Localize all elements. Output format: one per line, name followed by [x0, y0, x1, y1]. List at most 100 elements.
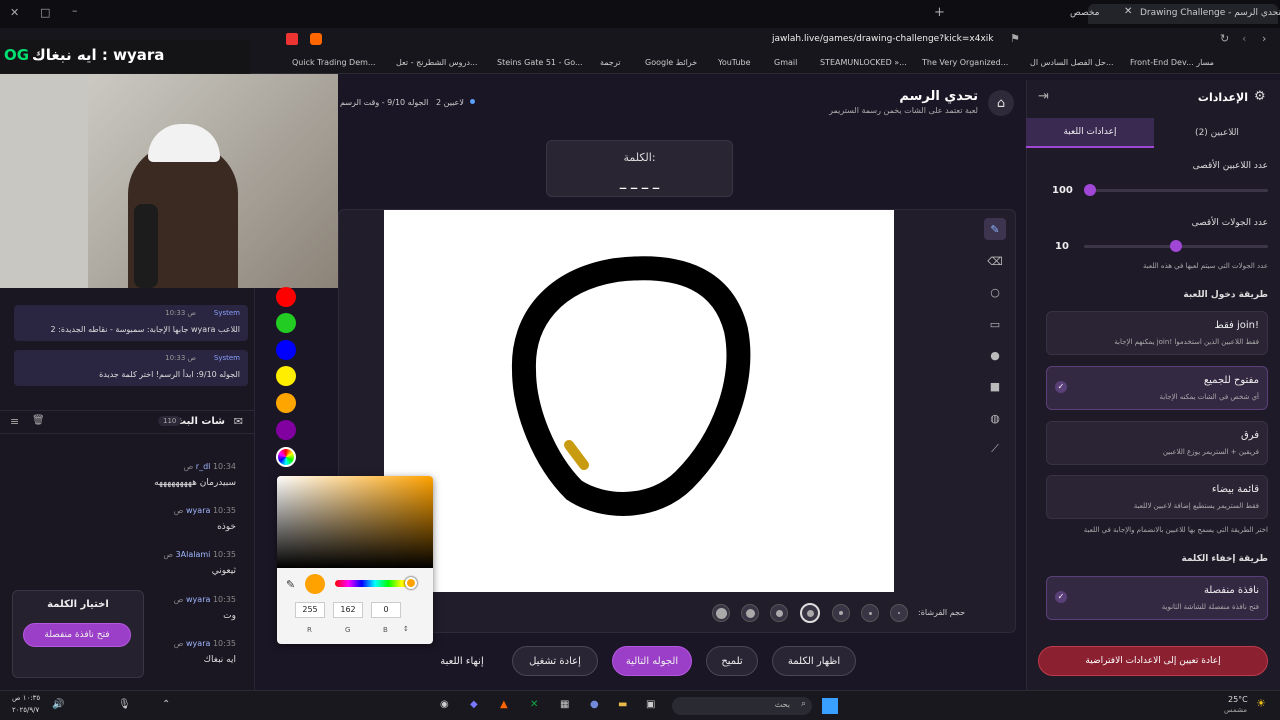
- green-input[interactable]: 162: [333, 602, 363, 618]
- line-icon[interactable]: ⟋: [984, 438, 1006, 460]
- bookmark-item[interactable]: YouTube: [718, 58, 751, 67]
- bookmark-item[interactable]: STEAMUNLOCKED »...: [820, 58, 907, 67]
- mic-icon[interactable]: 🎙: [118, 699, 131, 710]
- taskbar-folder-icon[interactable]: ▬: [618, 699, 627, 710]
- players-count: 2 لاعبين: [436, 98, 464, 107]
- max-rounds-slider-handle[interactable]: [1170, 240, 1182, 252]
- brush-size-option-selected[interactable]: [800, 603, 820, 623]
- circle-fill-icon[interactable]: ●: [984, 344, 1006, 366]
- eyedropper-icon[interactable]: ✎: [286, 578, 295, 591]
- swatch-blue[interactable]: [276, 340, 296, 360]
- rectangle-outline-icon[interactable]: ▭: [984, 313, 1006, 335]
- option-separate-window[interactable]: نافذة منفصلة فتح نافذة منفصلة للشاشة الث…: [1046, 576, 1268, 620]
- hue-slider[interactable]: [335, 580, 415, 587]
- reset-defaults-button[interactable]: إعادة تعيين إلى الاعدادات الافتراضية: [1038, 646, 1268, 676]
- taskbar-app-icon[interactable]: ▣: [646, 699, 655, 710]
- option-desc: فقط اللاعبين الذين استخدموا !join يمكنهم…: [1114, 338, 1259, 346]
- swatch-green[interactable]: [276, 313, 296, 333]
- bookmark-icon[interactable]: ⚑: [1010, 32, 1020, 45]
- custom-color-swatch[interactable]: [276, 447, 296, 467]
- taskbar-brave-icon[interactable]: ▲: [500, 699, 508, 710]
- extension-icon[interactable]: [286, 33, 298, 45]
- minimize-icon[interactable]: –: [72, 4, 78, 17]
- saturation-area[interactable]: [277, 476, 433, 568]
- rectangle-fill-icon[interactable]: ■: [984, 375, 1006, 397]
- forward-icon[interactable]: ‹: [1242, 32, 1246, 45]
- taskbar-search[interactable]: بحث ⌕: [672, 697, 812, 715]
- volume-icon[interactable]: 🔊: [52, 699, 64, 710]
- close-window-icon[interactable]: ✕: [10, 6, 19, 19]
- taskbar-xbox-icon[interactable]: ✕: [530, 699, 538, 710]
- blue-input[interactable]: 0: [371, 602, 401, 618]
- collapse-panel-icon[interactable]: ⇥: [1038, 89, 1049, 104]
- eraser-icon[interactable]: ⌫: [984, 250, 1006, 272]
- option-join-only[interactable]: !join فقط فقط اللاعبين الذين استخدموا !j…: [1046, 311, 1268, 355]
- bookmark-item[interactable]: Google خرائط: [645, 58, 697, 67]
- close-tab-icon[interactable]: ✕: [1124, 6, 1132, 17]
- back-icon[interactable]: ›: [1262, 32, 1266, 45]
- bookmark-item[interactable]: حل الفصل السادس ال...: [1030, 58, 1114, 67]
- brush-size-option[interactable]: [861, 604, 879, 622]
- option-teams[interactable]: فرق فريقين + الستريمر يوزع اللاعبين: [1046, 421, 1268, 465]
- max-players-slider[interactable]: [1084, 184, 1268, 196]
- bookmark-item[interactable]: Gmail: [774, 58, 797, 67]
- taskbar-discord-icon[interactable]: ●: [590, 699, 599, 710]
- option-whitelist[interactable]: قائمة بيضاء فقط الستريمر يستطيع إضافة لا…: [1046, 475, 1268, 519]
- end-game-button[interactable]: إنهاء اللعبة: [432, 646, 492, 676]
- word-value: _ _ _ _: [619, 175, 660, 190]
- next-round-button[interactable]: الجوله التالية: [612, 646, 692, 676]
- new-tab-icon[interactable]: +: [934, 5, 945, 20]
- brave-shield-icon[interactable]: [310, 33, 322, 45]
- active-tab[interactable]: Drawing Challenge - تحدي الرسم ✕: [1088, 4, 1280, 24]
- hint-button[interactable]: تلميح: [706, 646, 758, 676]
- brush-size-option[interactable]: [832, 604, 850, 622]
- hue-slider-handle[interactable]: [405, 577, 417, 589]
- bookmark-item[interactable]: دروس الشطرنج - تعل...: [396, 58, 478, 67]
- open-separate-window-button[interactable]: فتح نافذة منفصلة: [23, 623, 131, 647]
- swatch-orange[interactable]: [276, 393, 296, 413]
- tab-players[interactable]: اللاعبين (2): [1154, 118, 1280, 148]
- brush-size-option[interactable]: [890, 604, 908, 622]
- bookmark-item[interactable]: ترجمة: [600, 58, 621, 67]
- restart-button[interactable]: إعادة تشغيل: [512, 646, 598, 676]
- bookmark-item[interactable]: The Very Organized...: [922, 58, 1008, 67]
- join-hint: اختر الطريقة التي يسمح بها للاعبين بالان…: [1083, 526, 1268, 534]
- show-word-button[interactable]: اظهار الكلمة: [772, 646, 856, 676]
- trash-icon[interactable]: 🗑: [32, 415, 45, 426]
- pencil-icon[interactable]: ✎: [984, 218, 1006, 240]
- format-toggle-icon[interactable]: ↕: [403, 625, 409, 633]
- bookmark-item[interactable]: Quick Trading Dem...: [292, 58, 376, 67]
- system-sender: System: [213, 354, 240, 362]
- swatch-red[interactable]: [276, 287, 296, 307]
- taskbar-app-icon[interactable]: ◉: [440, 699, 449, 710]
- red-input[interactable]: 255: [295, 602, 325, 618]
- drawing-canvas[interactable]: [384, 210, 894, 592]
- brush-size-option[interactable]: [741, 604, 759, 622]
- url-field[interactable]: jawlah.live/games/drawing-challenge?kick…: [772, 34, 994, 44]
- home-icon[interactable]: ⌂: [988, 90, 1014, 116]
- option-desc: فريقين + الستريمر يوزع اللاعبين: [1162, 448, 1259, 456]
- tab-game-settings[interactable]: إعدادات اللعبة: [1026, 118, 1154, 148]
- max-rounds-slider[interactable]: [1084, 240, 1268, 252]
- brush-size-option[interactable]: [712, 604, 730, 622]
- option-desc: أي شخص في الشات يمكنه الإجابة: [1159, 393, 1259, 401]
- windows-start-icon[interactable]: [822, 698, 838, 714]
- chat-settings-icon[interactable]: ≡: [10, 415, 19, 428]
- maximize-icon[interactable]: □: [40, 6, 50, 19]
- bucket-icon[interactable]: ◍: [984, 407, 1006, 429]
- sun-icon: ☀: [1256, 697, 1266, 710]
- chevron-up-icon[interactable]: ⌃: [162, 699, 170, 710]
- option-title: قائمة بيضاء: [1211, 484, 1259, 495]
- circle-outline-icon[interactable]: ○: [984, 281, 1006, 303]
- bookmark-item[interactable]: Front-End Dev... مسار: [1130, 58, 1214, 67]
- swatch-purple[interactable]: [276, 420, 296, 440]
- brush-size-option[interactable]: [770, 604, 788, 622]
- max-players-slider-handle[interactable]: [1084, 184, 1096, 196]
- tab-other[interactable]: مخصص: [1070, 8, 1099, 18]
- taskbar-app-icon[interactable]: ▦: [560, 699, 569, 710]
- bookmark-item[interactable]: Steins Gate 51 - Go...: [497, 58, 583, 67]
- taskbar-app-icon[interactable]: ◆: [470, 699, 478, 710]
- swatch-yellow[interactable]: [276, 366, 296, 386]
- reload-icon[interactable]: ↻: [1220, 32, 1229, 45]
- option-open-for-all[interactable]: مفتوح للجميع أي شخص في الشات يمكنه الإجا…: [1046, 366, 1268, 410]
